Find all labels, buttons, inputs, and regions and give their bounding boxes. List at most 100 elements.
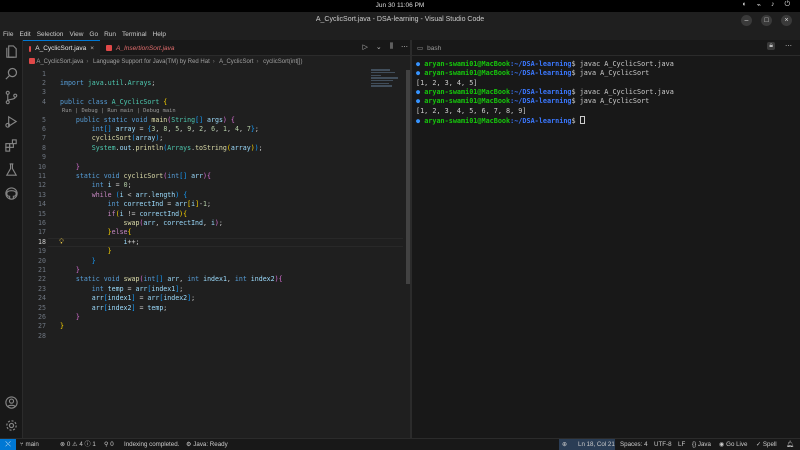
testing-icon[interactable] xyxy=(4,162,19,177)
breadcrumb-class[interactable]: A_CyclicSort xyxy=(219,59,253,65)
code-line[interactable]: 1 xyxy=(23,70,403,79)
remote-indicator-icon[interactable]: ⤬ xyxy=(0,439,16,450)
extensions-icon[interactable] xyxy=(4,138,19,153)
notifications-icon[interactable]: 🔔︎ xyxy=(786,439,794,450)
code-line[interactable]: 20 } xyxy=(23,257,403,266)
code-line[interactable]: 6 int[] array = {3, 8, 5, 9, 2, 6, 1, 4,… xyxy=(23,125,403,134)
line-number: 13 xyxy=(38,190,46,199)
menu-view[interactable]: View xyxy=(69,29,83,40)
code-line[interactable]: 28 xyxy=(23,332,403,341)
command-text: javac A_CyclicSort.java xyxy=(575,87,674,96)
encoding[interactable]: UTF-8 xyxy=(654,439,672,450)
menu-edit[interactable]: Edit xyxy=(19,29,30,40)
prompt-path: :~/DSA-learning xyxy=(510,69,572,78)
run-options-chevron-icon[interactable]: ⌄ xyxy=(376,43,382,51)
lock-icon[interactable]: 🔒︎ xyxy=(767,42,775,50)
line-number: 25 xyxy=(38,303,46,312)
menu-selection[interactable]: Selection xyxy=(37,29,64,40)
spell-checker[interactable]: ✓ Spell xyxy=(756,439,777,450)
indexing-status[interactable]: Indexing completed. xyxy=(124,439,179,450)
code-text: arr[index2] = temp; xyxy=(91,303,168,312)
end-of-line[interactable]: LF xyxy=(678,439,685,450)
manage-icon[interactable] xyxy=(4,418,19,433)
line-number: 1 xyxy=(42,69,46,78)
code-line[interactable]: 3 xyxy=(23,88,403,97)
code-line[interactable]: 24 arr[index1] = arr[index2]; xyxy=(23,294,403,303)
code-line[interactable]: 17 }else{ xyxy=(23,228,403,237)
go-live-button[interactable]: ◉ Go Live xyxy=(719,439,747,450)
maximize-icon[interactable]: □ xyxy=(761,15,772,26)
code-line[interactable]: 27} xyxy=(23,322,403,331)
system-tray[interactable]: ◐ ⌁ ♪ ⏻ xyxy=(743,1,791,9)
volume-icon[interactable]: ♪ xyxy=(771,1,775,9)
code-line[interactable]: 12 int i = 0; xyxy=(23,181,403,190)
java-status[interactable]: ⚙ Java: Ready xyxy=(186,439,228,450)
focus-icon[interactable]: ◐ xyxy=(743,1,747,9)
source-control-icon[interactable] xyxy=(4,90,19,105)
code-line[interactable]: 14 int correctInd = arr[i]-1; xyxy=(23,200,403,209)
system-clock[interactable]: Jun 30 11:06 PM xyxy=(0,2,800,9)
power-icon[interactable]: ⏻ xyxy=(784,1,790,9)
breadcrumb-language-support[interactable]: Language Support for Java(TM) by Red Hat xyxy=(93,59,210,65)
code-line[interactable]: 13 while (i < arr.length) { xyxy=(23,191,403,200)
minimize-icon[interactable]: – xyxy=(741,15,752,26)
code-line[interactable]: 10 } xyxy=(23,163,403,172)
code-line[interactable]: 23 int temp = arr[index1]; xyxy=(23,285,403,294)
accounts-icon[interactable] xyxy=(4,395,19,410)
codelens-run-debug[interactable]: Run | Debug | Run main | Debug main xyxy=(62,108,176,114)
close-icon[interactable]: × xyxy=(781,15,792,26)
menu-file[interactable]: File xyxy=(3,29,13,40)
split-editor-icon[interactable]: ⫼ xyxy=(390,43,393,51)
breadcrumb-file[interactable]: A_CyclicSort.java xyxy=(36,59,83,65)
code-line[interactable]: 7 cyclicSort(array); xyxy=(23,134,403,143)
more-actions-icon[interactable]: ⋯ xyxy=(785,42,792,50)
code-line[interactable]: 15 if(i != correctInd){ xyxy=(23,210,403,219)
cursor-position[interactable]: Ln 18, Col 21 xyxy=(578,439,615,450)
tab-a-cyclicsort[interactable]: A_CyclicSort.java × xyxy=(23,40,100,56)
terminal-icon: ▭ xyxy=(417,45,424,52)
zoom-icon[interactable]: ⊕ xyxy=(562,439,567,450)
code-line[interactable]: 9 xyxy=(23,153,403,162)
menu-go[interactable]: Go xyxy=(89,29,98,40)
code-line[interactable]: 19 } xyxy=(23,247,403,256)
code-line[interactable]: 22 static void swap(int[] arr, int index… xyxy=(23,275,403,284)
line-number: 28 xyxy=(38,331,46,340)
tab-a-insertionsort[interactable]: A_InsertionSort.java xyxy=(100,40,190,56)
run-debug-icon[interactable] xyxy=(4,114,19,129)
code-line[interactable]: 8 System.out.println(Arrays.toString(arr… xyxy=(23,144,403,153)
line-number: 12 xyxy=(38,181,46,190)
line-number: 16 xyxy=(38,219,46,227)
branch-indicator[interactable]: ⑂ main xyxy=(20,439,39,450)
code-line[interactable]: 18 💡︎ i++; xyxy=(23,238,403,247)
breadcrumb-method[interactable]: cyclicSort(int[]) xyxy=(263,59,302,65)
menu-help[interactable]: Help xyxy=(153,29,166,40)
code-line[interactable]: 2 import java.util.Arrays; xyxy=(23,79,403,88)
github-icon[interactable] xyxy=(4,186,19,201)
code-line[interactable]: 11 static void cyclicSort(int[] arr){ xyxy=(23,172,403,181)
code-text: } xyxy=(60,322,64,331)
menu-run[interactable]: Run xyxy=(104,29,116,40)
line-number: 14 xyxy=(38,200,46,209)
ports-indicator[interactable]: ⚲ 0 xyxy=(104,439,114,450)
explorer-icon[interactable] xyxy=(4,44,19,59)
terminal-tab-bash[interactable]: ▭ bash xyxy=(412,40,462,56)
language-mode[interactable]: {} Java xyxy=(692,439,711,450)
line-number: 24 xyxy=(38,294,46,303)
problems-indicator[interactable]: ⊗ 0 ⚠ 4 ⓘ 1 xyxy=(60,439,96,450)
minimap[interactable] xyxy=(371,68,403,98)
indentation[interactable]: Spaces: 4 xyxy=(620,439,648,450)
code-line[interactable]: 4 public class A_CyclicSort { xyxy=(23,98,403,107)
more-actions-icon[interactable]: ⋯ xyxy=(401,43,408,51)
network-icon[interactable]: ⌁ xyxy=(757,1,761,9)
code-editor[interactable]: 1 2 import java.util.Arrays; 3 4 public class… xyxy=(23,68,411,438)
code-line[interactable]: 25 arr[index2] = temp; xyxy=(23,304,403,313)
code-line[interactable]: 21 } xyxy=(23,266,403,275)
code-line[interactable]: 16 swap(arr, correctInd, i); xyxy=(23,219,403,228)
code-line[interactable]: 5 public static void main(String[] args)… xyxy=(23,116,403,125)
close-tab-icon[interactable]: × xyxy=(90,45,94,52)
code-line[interactable]: 26 } xyxy=(23,313,403,322)
search-icon[interactable] xyxy=(4,66,19,81)
menu-terminal[interactable]: Terminal xyxy=(122,29,147,40)
terminal-panel[interactable]: ● aryan-swami01@MacBook:~/DSA-learning$ … xyxy=(412,56,800,438)
run-java-button[interactable]: ▷ xyxy=(363,43,368,51)
